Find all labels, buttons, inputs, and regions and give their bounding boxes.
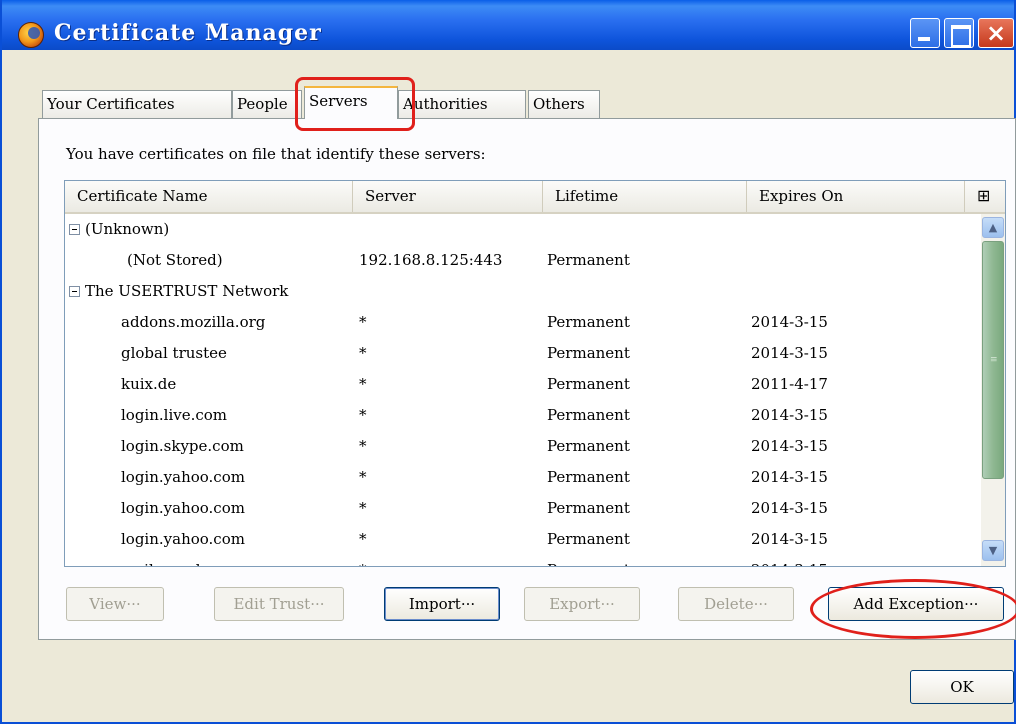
vertical-scrollbar[interactable]: ▲ ≡ ▼ bbox=[981, 214, 1005, 566]
cert-name: addons.mozilla.org bbox=[121, 313, 266, 331]
cert-lifetime: Permanent bbox=[547, 251, 630, 269]
cert-server: * bbox=[359, 555, 367, 566]
cert-expires: 2014-3-15 bbox=[751, 555, 828, 566]
table-row[interactable]: login.yahoo.com * Permanent 2014-3-15 bbox=[65, 493, 981, 524]
cert-expires: 2014-3-15 bbox=[751, 313, 828, 331]
table-row[interactable]: kuix.de * Permanent 2011-4-17 bbox=[65, 369, 981, 400]
add-exception-highlight bbox=[810, 579, 1016, 639]
ok-button[interactable]: OK bbox=[910, 670, 1014, 704]
cert-name: mail.google.com bbox=[121, 555, 246, 566]
group-name: (Unknown) bbox=[85, 220, 170, 238]
tab-authorities[interactable]: Authorities bbox=[398, 90, 526, 118]
cert-server: * bbox=[359, 468, 367, 486]
maximize-button[interactable] bbox=[944, 18, 974, 48]
cert-lifetime: Permanent bbox=[547, 555, 630, 566]
cert-name: login.yahoo.com bbox=[121, 499, 245, 517]
cert-expires: 2014-3-15 bbox=[751, 499, 828, 517]
firefox-icon bbox=[18, 22, 44, 48]
cert-server: * bbox=[359, 375, 367, 393]
cert-server: * bbox=[359, 530, 367, 548]
tree-group-row[interactable]: The USERTRUST Network bbox=[65, 276, 981, 307]
cert-name: login.yahoo.com bbox=[121, 530, 245, 548]
collapse-icon[interactable] bbox=[69, 286, 80, 297]
certificate-manager-window: Certificate Manager × Your Certificates … bbox=[0, 0, 1016, 724]
window-title: Certificate Manager bbox=[54, 20, 322, 46]
cert-lifetime: Permanent bbox=[547, 530, 630, 548]
column-header-server[interactable]: Server bbox=[353, 181, 543, 212]
close-icon: × bbox=[985, 19, 1007, 47]
cert-expires: 2011-4-17 bbox=[751, 375, 828, 393]
cert-lifetime: Permanent bbox=[547, 375, 630, 393]
cert-lifetime: Permanent bbox=[547, 313, 630, 331]
import-button[interactable]: Import··· bbox=[384, 587, 500, 621]
cert-lifetime: Permanent bbox=[547, 437, 630, 455]
cert-expires: 2014-3-15 bbox=[751, 437, 828, 455]
close-button[interactable]: × bbox=[978, 18, 1014, 48]
cert-expires: 2014-3-15 bbox=[751, 406, 828, 424]
table-row[interactable]: (Not Stored) 192.168.8.125:443 Permanent bbox=[65, 245, 981, 276]
cert-name: login.yahoo.com bbox=[121, 468, 245, 486]
tab-people[interactable]: People bbox=[232, 90, 302, 118]
grip-icon: ≡ bbox=[990, 355, 998, 365]
cert-lifetime: Permanent bbox=[547, 406, 630, 424]
cert-lifetime: Permanent bbox=[547, 468, 630, 486]
column-header-lifetime[interactable]: Lifetime bbox=[543, 181, 747, 212]
scroll-up-icon[interactable]: ▲ bbox=[982, 217, 1004, 238]
minimize-button[interactable] bbox=[910, 18, 940, 48]
cert-name: login.skype.com bbox=[121, 437, 244, 455]
cert-server: * bbox=[359, 344, 367, 362]
servers-tab-highlight bbox=[295, 77, 415, 131]
cert-server: * bbox=[359, 499, 367, 517]
table-row[interactable]: login.skype.com * Permanent 2014-3-15 bbox=[65, 431, 981, 462]
cert-server: * bbox=[359, 437, 367, 455]
scroll-thumb[interactable]: ≡ bbox=[982, 241, 1004, 479]
column-header-expires-on[interactable]: Expires On bbox=[747, 181, 965, 212]
cert-expires: 2014-3-15 bbox=[751, 468, 828, 486]
cert-name: kuix.de bbox=[121, 375, 177, 393]
title-bar[interactable]: Certificate Manager × bbox=[2, 0, 1014, 50]
cert-expires: 2014-3-15 bbox=[751, 530, 828, 548]
table-row[interactable]: login.yahoo.com * Permanent 2014-3-15 bbox=[65, 524, 981, 555]
cert-lifetime: Permanent bbox=[547, 344, 630, 362]
tab-your-certificates[interactable]: Your Certificates bbox=[42, 90, 232, 118]
table-row[interactable]: login.yahoo.com * Permanent 2014-3-15 bbox=[65, 462, 981, 493]
cert-name: global trustee bbox=[121, 344, 227, 362]
table-row[interactable]: login.live.com * Permanent 2014-3-15 bbox=[65, 400, 981, 431]
column-picker-icon[interactable]: ⊞ bbox=[977, 186, 990, 205]
table-row[interactable]: addons.mozilla.org * Permanent 2014-3-15 bbox=[65, 307, 981, 338]
view-button[interactable]: View··· bbox=[66, 587, 164, 621]
export-button[interactable]: Export··· bbox=[524, 587, 640, 621]
delete-button[interactable]: Delete··· bbox=[678, 587, 794, 621]
tree-group-row[interactable]: (Unknown) bbox=[65, 214, 981, 245]
collapse-icon[interactable] bbox=[69, 224, 80, 235]
tab-others[interactable]: Others bbox=[528, 90, 600, 118]
intro-text: You have certificates on file that ident… bbox=[66, 145, 486, 163]
cert-server: 192.168.8.125:443 bbox=[359, 251, 503, 269]
cert-server: * bbox=[359, 313, 367, 331]
tree-header: Certificate Name Server Lifetime Expires… bbox=[65, 181, 1005, 214]
certificate-tree[interactable]: Certificate Name Server Lifetime Expires… bbox=[64, 180, 1006, 567]
cert-server: * bbox=[359, 406, 367, 424]
cert-lifetime: Permanent bbox=[547, 499, 630, 517]
group-name: The USERTRUST Network bbox=[85, 282, 289, 300]
table-row[interactable]: mail.google.com * Permanent 2014-3-15 bbox=[65, 555, 981, 566]
cert-name: login.live.com bbox=[121, 406, 228, 424]
edit-trust-button[interactable]: Edit Trust··· bbox=[214, 587, 344, 621]
scroll-down-icon[interactable]: ▼ bbox=[982, 540, 1004, 561]
table-row[interactable]: global trustee * Permanent 2014-3-15 bbox=[65, 338, 981, 369]
column-header-certificate-name[interactable]: Certificate Name bbox=[65, 181, 353, 212]
cert-name: (Not Stored) bbox=[127, 251, 223, 269]
cert-expires: 2014-3-15 bbox=[751, 344, 828, 362]
